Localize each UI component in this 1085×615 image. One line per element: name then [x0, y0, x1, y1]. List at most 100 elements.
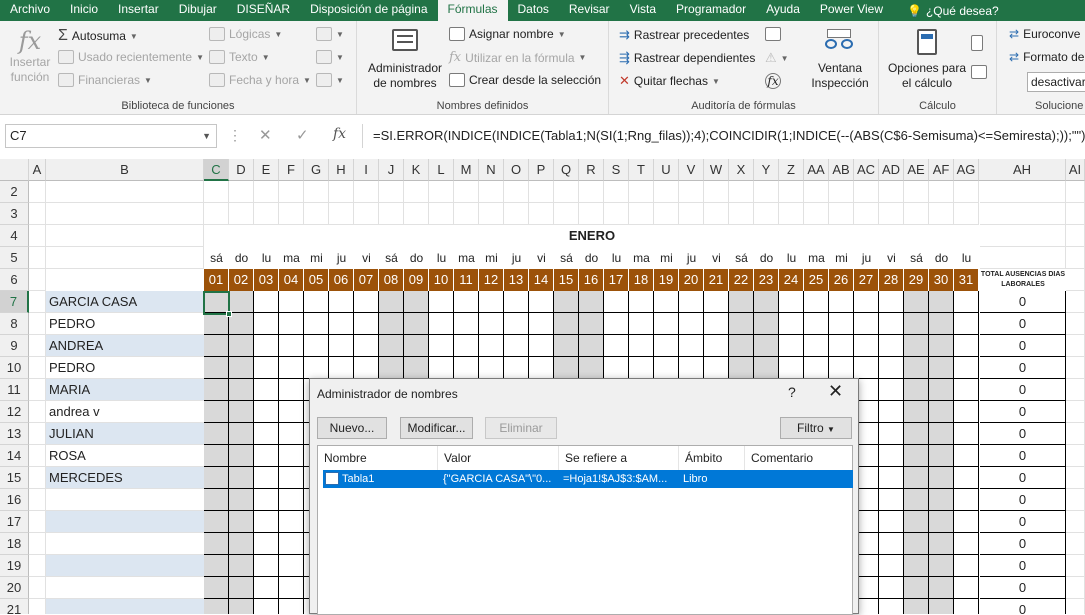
day-cell[interactable]	[929, 555, 954, 577]
day-cell[interactable]	[829, 313, 854, 335]
day-cell[interactable]	[254, 401, 279, 423]
tab-12[interactable]: Power View	[810, 0, 893, 21]
day-cell[interactable]	[754, 357, 779, 379]
day-cell[interactable]	[254, 379, 279, 401]
cell-u2[interactable]	[654, 181, 679, 203]
cell-s3[interactable]	[604, 203, 629, 225]
cell-e2[interactable]	[254, 181, 279, 203]
day-cell[interactable]	[229, 335, 254, 357]
day-cell[interactable]	[229, 511, 254, 533]
day-cell[interactable]	[354, 335, 379, 357]
trace-precedents-button[interactable]: ⇉ Rastrear precedentes	[619, 27, 749, 43]
cell-y3[interactable]	[754, 203, 779, 225]
insert-function-button[interactable]: fx Insertar función	[6, 27, 54, 85]
cell-a17[interactable]	[29, 511, 46, 533]
cell-af2[interactable]	[929, 181, 954, 203]
day-cell[interactable]	[679, 335, 704, 357]
cell-ai11[interactable]	[1066, 379, 1085, 401]
day-cell[interactable]	[879, 489, 904, 511]
day-cell[interactable]	[354, 357, 379, 379]
cell-ai7[interactable]	[1066, 291, 1085, 313]
day-cell[interactable]	[254, 423, 279, 445]
cell-a4[interactable]	[29, 225, 46, 247]
logical-button[interactable]: Lógicas ▼	[209, 27, 282, 41]
day-cell[interactable]	[329, 313, 354, 335]
day-cell[interactable]	[554, 335, 579, 357]
use-in-formula-button[interactable]: fx Utilizar en la fórmula ▼	[449, 50, 586, 65]
cell-h2[interactable]	[329, 181, 354, 203]
day-cell[interactable]	[254, 489, 279, 511]
euro-formatting-button[interactable]: ⇄ Formato de	[1009, 50, 1084, 64]
day-cell[interactable]	[904, 599, 929, 614]
cell-f3[interactable]	[279, 203, 304, 225]
day-cell[interactable]	[204, 577, 229, 599]
cell-a12[interactable]	[29, 401, 46, 423]
day-cell[interactable]	[929, 467, 954, 489]
day-cell[interactable]	[929, 533, 954, 555]
employee-name[interactable]: MARIA	[46, 379, 204, 401]
more-functions-button[interactable]: ▼	[316, 73, 344, 87]
text-button[interactable]: Texto ▼	[209, 50, 270, 64]
cell-x2[interactable]	[729, 181, 754, 203]
tab-2[interactable]: Insertar	[108, 0, 169, 21]
cell-aa3[interactable]	[804, 203, 829, 225]
col-header-i[interactable]: I	[354, 159, 379, 181]
day-cell[interactable]	[254, 445, 279, 467]
cell-k2[interactable]	[404, 181, 429, 203]
cell-m3[interactable]	[454, 203, 479, 225]
cell-a8[interactable]	[29, 313, 46, 335]
day-cell[interactable]	[954, 423, 979, 445]
day-cell[interactable]	[479, 335, 504, 357]
cell-ai12[interactable]	[1066, 401, 1085, 423]
day-cell[interactable]	[704, 335, 729, 357]
cell-v2[interactable]	[679, 181, 704, 203]
col-header-u[interactable]: U	[654, 159, 679, 181]
day-cell[interactable]	[229, 555, 254, 577]
day-cell[interactable]	[604, 291, 629, 313]
day-cell[interactable]	[929, 577, 954, 599]
col-header-c[interactable]: C	[204, 159, 229, 181]
math-button[interactable]: ▼	[316, 50, 344, 64]
day-cell[interactable]	[429, 335, 454, 357]
day-cell[interactable]	[279, 599, 304, 614]
col-header-n[interactable]: N	[479, 159, 504, 181]
calculate-sheet-button[interactable]	[971, 65, 987, 79]
cell-h3[interactable]	[329, 203, 354, 225]
col-header-v[interactable]: V	[679, 159, 704, 181]
day-cell[interactable]	[479, 357, 504, 379]
col-header-s[interactable]: S	[604, 159, 629, 181]
day-cell[interactable]	[579, 357, 604, 379]
col-header-t[interactable]: T	[629, 159, 654, 181]
cell-a21[interactable]	[29, 599, 46, 614]
remove-arrows-button[interactable]: ✕ Quitar flechas ▼	[619, 73, 720, 89]
day-cell[interactable]	[229, 423, 254, 445]
day-cell[interactable]	[429, 291, 454, 313]
day-cell[interactable]	[879, 357, 904, 379]
col-header-ag[interactable]: AG	[954, 159, 979, 181]
cell-o2[interactable]	[504, 181, 529, 203]
row-header-5[interactable]: 5	[0, 247, 29, 269]
cancel-icon[interactable]: ✕	[259, 126, 272, 144]
day-cell[interactable]	[229, 577, 254, 599]
cell-ai2[interactable]	[1066, 181, 1085, 203]
day-cell[interactable]	[279, 291, 304, 313]
col-header-p[interactable]: P	[529, 159, 554, 181]
day-cell[interactable]	[304, 291, 329, 313]
cell-ai17[interactable]	[1066, 511, 1085, 533]
row-header-12[interactable]: 12	[0, 401, 29, 423]
row-header-20[interactable]: 20	[0, 577, 29, 599]
col-header-e[interactable]: E	[254, 159, 279, 181]
day-cell[interactable]	[204, 357, 229, 379]
row-header-8[interactable]: 8	[0, 313, 29, 335]
day-cell[interactable]	[854, 357, 879, 379]
cell-ag3[interactable]	[954, 203, 979, 225]
day-cell[interactable]	[379, 313, 404, 335]
cell-ai14[interactable]	[1066, 445, 1085, 467]
row-header-4[interactable]: 4	[0, 225, 29, 247]
day-cell[interactable]	[879, 555, 904, 577]
cell-ad3[interactable]	[879, 203, 904, 225]
day-cell[interactable]	[204, 533, 229, 555]
cell-z2[interactable]	[779, 181, 804, 203]
day-cell[interactable]	[904, 577, 929, 599]
close-icon[interactable]: ✕	[828, 381, 843, 402]
